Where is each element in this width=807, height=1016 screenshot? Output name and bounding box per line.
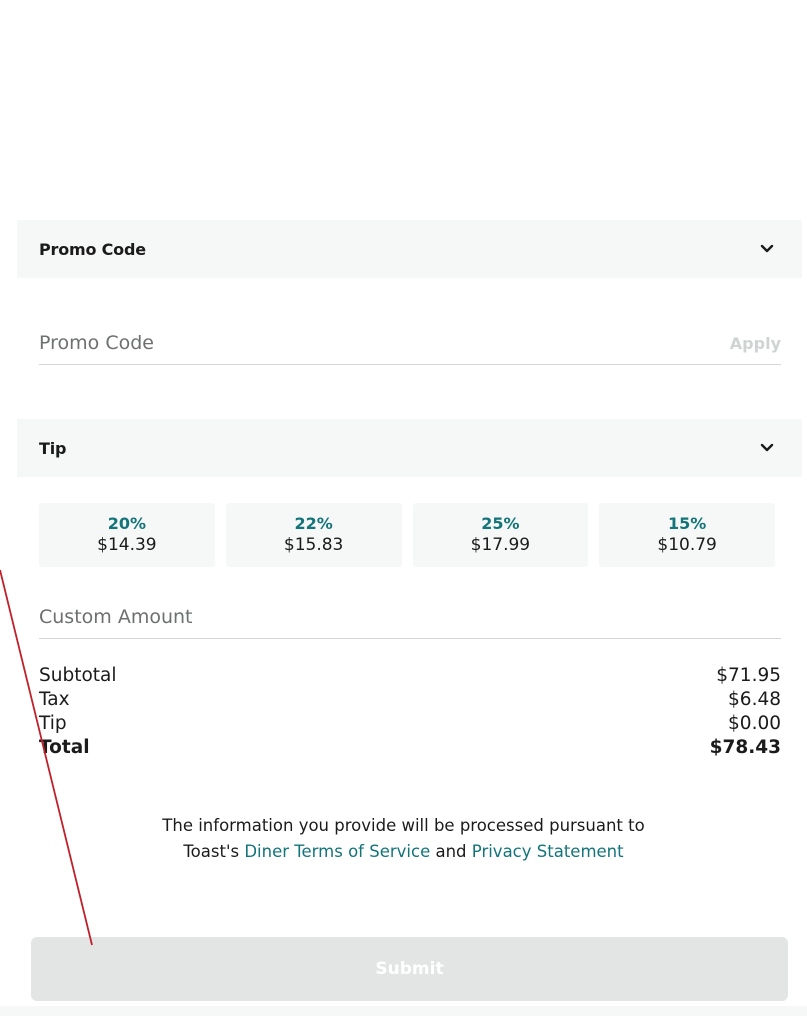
tip-row: Tip $0.00 xyxy=(39,712,781,736)
chevron-down-icon xyxy=(760,441,774,455)
subtotal-value: $71.95 xyxy=(716,665,781,686)
custom-tip-input[interactable] xyxy=(39,606,639,628)
tip-value: $0.00 xyxy=(728,713,781,734)
tip-title: Tip xyxy=(39,438,67,458)
total-label: Total xyxy=(39,737,90,758)
diner-terms-link[interactable]: Diner Terms of Service xyxy=(244,842,430,861)
tip-percent: 20% xyxy=(107,514,147,533)
promo-code-field: Apply xyxy=(39,322,781,365)
total-value: $78.43 xyxy=(709,737,781,758)
tip-label: Tip xyxy=(39,713,67,734)
subtotal-row: Subtotal $71.95 xyxy=(39,664,781,688)
tip-option-25[interactable]: 25% $17.99 xyxy=(412,503,589,567)
promo-code-title: Promo Code xyxy=(39,239,146,259)
tax-row: Tax $6.48 xyxy=(39,688,781,712)
legal-notice: The information you provide will be proc… xyxy=(0,813,807,865)
tip-option-22[interactable]: 22% $15.83 xyxy=(225,503,402,567)
tip-option-15[interactable]: 15% $10.79 xyxy=(599,503,775,567)
tip-amount: $17.99 xyxy=(470,535,531,555)
promo-code-header[interactable]: Promo Code xyxy=(17,220,802,278)
tip-header[interactable]: Tip xyxy=(17,419,802,477)
legal-line-2: Toast's Diner Terms of Service and Priva… xyxy=(0,839,807,865)
bottom-strip xyxy=(0,1006,807,1016)
submit-button[interactable]: Submit xyxy=(31,937,788,1001)
subtotal-label: Subtotal xyxy=(39,665,117,686)
apply-button[interactable]: Apply xyxy=(730,334,781,353)
tip-amount: $14.39 xyxy=(97,535,157,555)
order-summary: Subtotal $71.95 Tax $6.48 Tip $0.00 Tota… xyxy=(39,664,781,760)
legal-line-1: The information you provide will be proc… xyxy=(162,816,645,835)
tip-amount: $15.83 xyxy=(283,535,344,555)
checkout-page: Promo Code Apply Tip 20% $14.39 22% $15.… xyxy=(0,0,807,1016)
privacy-statement-link[interactable]: Privacy Statement xyxy=(472,842,624,861)
chevron-down-icon xyxy=(760,242,774,256)
legal-prefix: Toast's xyxy=(183,842,245,861)
tax-value: $6.48 xyxy=(728,689,781,710)
total-row: Total $78.43 xyxy=(39,736,781,760)
promo-code-input[interactable] xyxy=(39,332,639,354)
tip-option-20[interactable]: 20% $14.39 xyxy=(39,503,215,567)
tip-options: 20% $14.39 22% $15.83 25% $17.99 15% $10… xyxy=(39,503,775,567)
tip-percent: 15% xyxy=(667,514,707,533)
custom-tip-field xyxy=(39,596,781,639)
legal-and: and xyxy=(430,842,472,861)
tax-label: Tax xyxy=(39,689,70,710)
tip-percent: 22% xyxy=(294,514,333,533)
tip-percent: 25% xyxy=(481,514,520,533)
tip-amount: $10.79 xyxy=(657,535,717,555)
